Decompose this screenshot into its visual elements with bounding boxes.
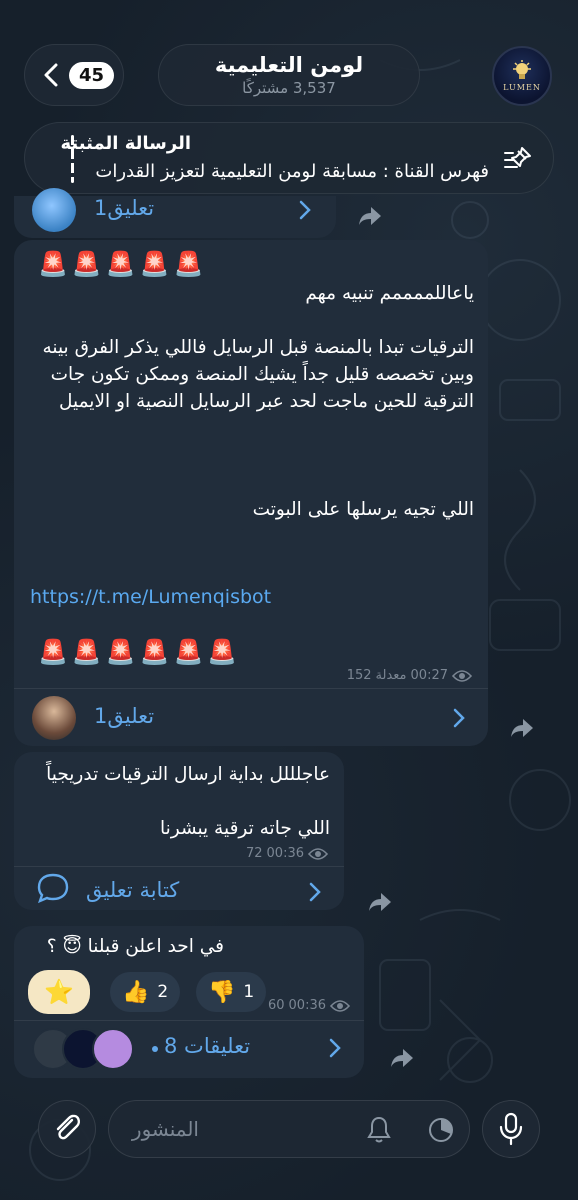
pinned-list-icon[interactable] xyxy=(503,145,533,175)
message-text: في احد اعلن قبلنا 😇 ؟ xyxy=(46,936,224,957)
message-meta: 152 معدلة 00:27 xyxy=(347,668,472,683)
message-time: 00:27 xyxy=(410,668,448,683)
message-meta: 72 00:36 xyxy=(246,846,328,861)
reaction-thumbs-up[interactable]: 👍 2 xyxy=(110,972,181,1012)
bot-link[interactable]: https://t.me/Lumenqisbot xyxy=(30,586,271,608)
write-comment-row[interactable]: كتابة تعليق xyxy=(14,864,344,910)
commenter-avatar xyxy=(32,696,76,740)
commenter-avatar xyxy=(32,188,76,232)
reaction-count: 2 xyxy=(157,982,169,1002)
message-bubble-alert: 🚨🚨🚨🚨🚨 ياعاللممممم تنبيه مهم الترقيات تبد… xyxy=(14,240,488,746)
share-arrow-icon xyxy=(511,719,533,737)
reaction-count: 1 xyxy=(243,982,255,1002)
chat-bubble-icon xyxy=(37,873,69,904)
input-placeholder: المنشور xyxy=(131,1117,199,1141)
channel-avatar[interactable]: LUMEN xyxy=(492,46,552,106)
chat-header: 45 لومن التعليمية 3,537 مشتركًا LUMEN xyxy=(0,40,578,110)
share-button[interactable] xyxy=(382,1038,422,1078)
message-time: 00:36 xyxy=(288,998,326,1013)
message-bubble-urgent: عاجلللل بداية ارسال الترقيات تدريجياً ال… xyxy=(14,752,344,910)
message-text: ياعاللممممم تنبيه مهم الترقيات تبدا بالم… xyxy=(42,283,474,520)
views-count: 60 xyxy=(267,998,285,1013)
lightbulb-icon xyxy=(513,60,531,79)
write-comment-label: كتابة تعليق xyxy=(86,878,180,902)
chevron-right-icon xyxy=(309,882,321,902)
reaction-thumbs-down[interactable]: 👎 1 xyxy=(196,972,267,1012)
eye-icon xyxy=(452,669,472,682)
comments-row[interactable]: 8 تعليقات xyxy=(14,1020,364,1078)
message-bubble-partial: 1تعليق xyxy=(14,188,336,238)
eye-icon xyxy=(330,999,350,1012)
share-button[interactable] xyxy=(350,196,390,236)
message-line-1: عاجلللل بداية ارسال الترقيات تدريجياً xyxy=(46,764,330,785)
chevron-left-icon xyxy=(44,63,58,87)
unread-dot xyxy=(152,1046,158,1052)
comment-label: 1تعليق xyxy=(94,704,155,728)
message-input[interactable]: المنشور xyxy=(108,1100,470,1158)
eye-icon xyxy=(308,847,328,860)
comments-row[interactable]: 1تعليق xyxy=(14,688,488,748)
pinned-title: الرسالة المثبتة xyxy=(60,133,191,154)
message-meta: 60 00:36 xyxy=(268,998,350,1013)
share-arrow-icon xyxy=(369,893,391,911)
share-arrow-icon xyxy=(391,1049,413,1067)
paperclip-icon xyxy=(56,1114,81,1140)
message-bubble-question: في احد اعلن قبلنا 😇 ؟ ⭐ 👍 2 👎 1 60 00:36… xyxy=(14,926,364,1078)
chevron-right-icon xyxy=(453,708,465,728)
channel-title: لومن التعليمية xyxy=(214,53,364,77)
edited-label: معدلة xyxy=(375,668,407,683)
message-line-2: اللي جاته ترقية يبشرنا xyxy=(159,818,330,839)
message-time: 00:36 xyxy=(266,846,304,861)
chevron-right-icon xyxy=(329,1038,341,1058)
pinned-text: فهرس القناة : مسابقة لومن التعليمية لتعز… xyxy=(95,161,489,182)
attach-button[interactable] xyxy=(38,1100,96,1158)
pinned-message-bar[interactable]: الرسالة المثبتة فهرس القناة : مسابقة لوم… xyxy=(24,122,554,194)
subscriber-count: 3,537 مشتركًا xyxy=(242,79,336,97)
commenter-avatar xyxy=(92,1028,134,1070)
back-button[interactable]: 45 xyxy=(24,44,124,106)
siren-emojis-top: 🚨🚨🚨🚨🚨 xyxy=(38,250,208,278)
reaction-star[interactable]: ⭐ xyxy=(28,970,90,1014)
share-button[interactable] xyxy=(360,882,400,922)
views-count: 152 xyxy=(346,668,372,683)
share-arrow-icon xyxy=(359,207,381,225)
thumbs-down-icon: 👎 xyxy=(208,979,236,1005)
microphone-button[interactable] xyxy=(482,1100,540,1158)
siren-emojis-bottom: 🚨🚨🚨🚨🚨🚨 xyxy=(38,638,242,666)
timer-icon[interactable] xyxy=(427,1115,455,1145)
composer-bar: المنشور xyxy=(0,1094,578,1174)
thumbs-up-icon: 👍 xyxy=(122,979,150,1005)
share-button[interactable] xyxy=(502,708,542,748)
star-emoji: ⭐ xyxy=(44,978,74,1006)
comments-label: 8 تعليقات xyxy=(164,1034,251,1058)
chevron-right-icon xyxy=(299,200,311,220)
comment-link[interactable]: 1تعليق xyxy=(94,196,154,220)
logo-text: LUMEN xyxy=(503,83,541,92)
unread-badge: 45 xyxy=(69,61,115,89)
microphone-icon xyxy=(499,1112,523,1146)
bell-icon[interactable] xyxy=(365,1115,393,1145)
channel-info[interactable]: لومن التعليمية 3,537 مشتركًا xyxy=(158,44,420,106)
views-count: 72 xyxy=(245,846,263,861)
